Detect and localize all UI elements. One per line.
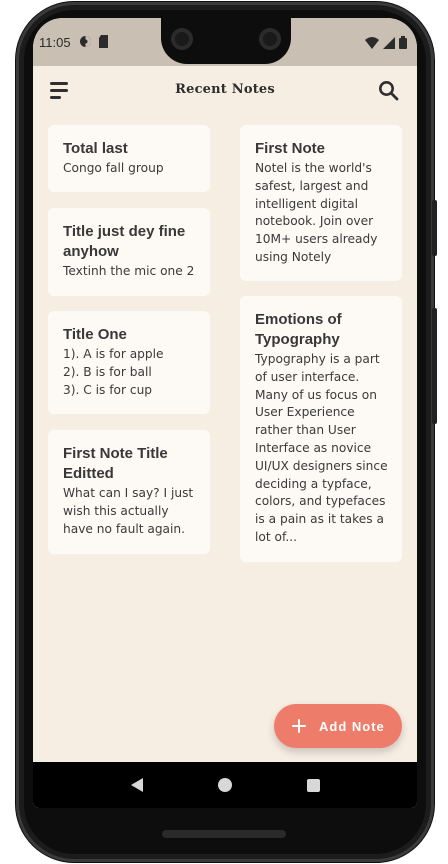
search-icon[interactable]: [378, 80, 400, 102]
system-nav-bar: [33, 762, 417, 808]
speaker-grille: [162, 830, 286, 838]
page-title: Recent Notes: [175, 82, 275, 97]
screen: 11:05 Recent Notes Total last Congo fall…: [33, 18, 417, 808]
plus-icon: [292, 719, 306, 733]
front-camera-icon: [259, 28, 281, 50]
camera-notch: [161, 18, 291, 64]
note-title: Title One: [63, 326, 127, 343]
sd-card-icon: [98, 33, 109, 52]
recents-icon[interactable]: [306, 778, 320, 792]
note-body: What can I say? I just wish this actuall…: [63, 486, 194, 536]
note-card[interactable]: Total last Congo fall group: [48, 125, 210, 192]
note-title: Emotions of Typography: [255, 311, 342, 348]
settings-circle-icon: [79, 33, 92, 52]
add-note-button[interactable]: Add Note: [274, 704, 402, 748]
note-body: Typography is a part of user interface. …: [255, 352, 388, 544]
note-title: Total last: [63, 140, 128, 157]
note-card[interactable]: First Note Title Editted What can I say?…: [48, 430, 210, 554]
status-right-icons: [365, 34, 407, 53]
volume-button: [432, 308, 437, 424]
note-body: Congo fall group: [63, 161, 164, 175]
note-title: First Note Title Editted: [63, 445, 168, 482]
note-card[interactable]: Title just dey fine anyhow Textinh the m…: [48, 208, 210, 296]
battery-icon: [399, 34, 407, 53]
note-body: Notel is the world's safest, largest and…: [255, 161, 378, 264]
home-icon[interactable]: [217, 778, 232, 792]
app-bar: Recent Notes: [33, 74, 417, 106]
wifi-icon: [365, 34, 379, 53]
note-body: 1). A is for apple 2). B is for ball 3).…: [63, 347, 164, 397]
note-card[interactable]: Emotions of Typography Typography is a p…: [240, 296, 402, 562]
front-camera-icon: [171, 28, 193, 50]
power-button: [432, 200, 437, 256]
status-time: 11:05: [39, 34, 71, 50]
note-title: Title just dey fine anyhow: [63, 223, 186, 260]
add-note-label: Add Note: [319, 718, 385, 734]
back-icon[interactable]: [130, 778, 143, 792]
note-card[interactable]: Title One 1). A is for apple 2). B is fo…: [48, 311, 210, 414]
note-body: Textinh the mic one 2: [63, 264, 195, 278]
note-title: First Note: [255, 140, 326, 157]
note-card[interactable]: First Note Notel is the world's safest, …: [240, 125, 402, 281]
signal-icon: [383, 34, 395, 53]
